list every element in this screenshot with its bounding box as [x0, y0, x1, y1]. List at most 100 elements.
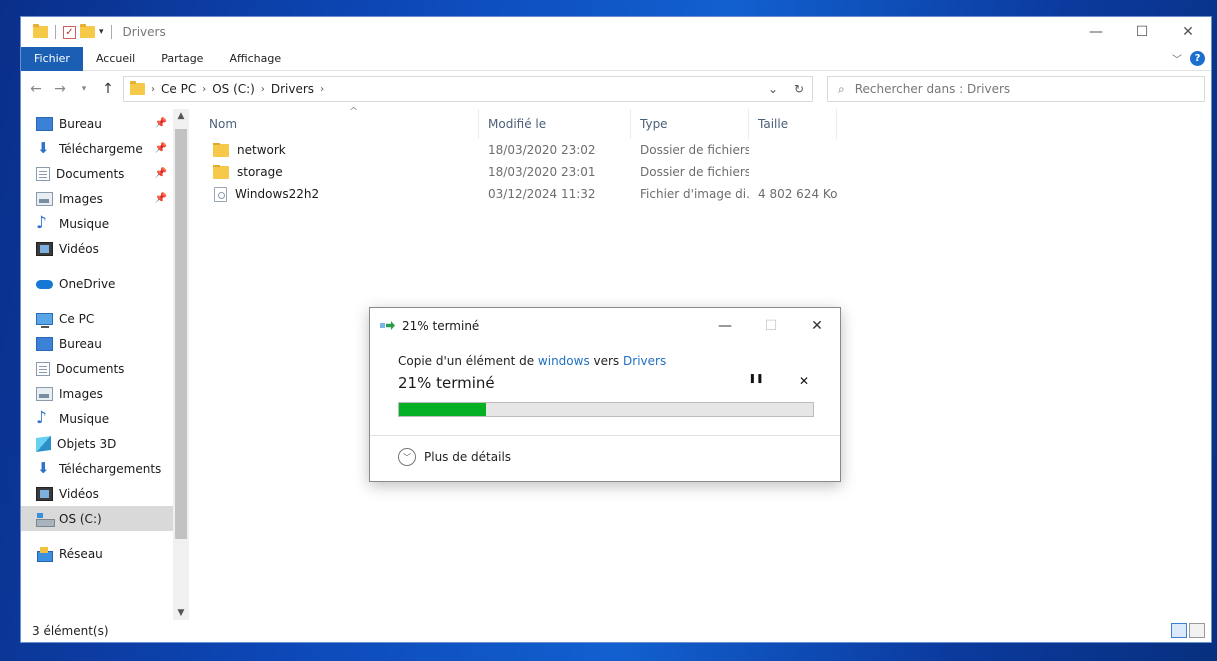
chevron-right-icon[interactable]: ›	[151, 84, 155, 95]
more-details-button[interactable]: ﹀ Plus de détails	[398, 448, 511, 466]
navigation-bar: ← → ▾ ↑ › Ce PC › OS (C:) › Drivers › ⌄ …	[21, 71, 1211, 107]
sidebar-item-onedrive[interactable]: OneDrive	[21, 271, 189, 296]
sidebar-item-images-quick[interactable]: Images 📌	[21, 186, 189, 211]
item-count: 3 élément(s)	[32, 624, 109, 638]
window-title: Drivers	[122, 25, 166, 39]
sidebar-item-telechargements-pc[interactable]: Téléchargements	[21, 456, 189, 481]
scroll-down-icon[interactable]: ▼	[173, 608, 189, 618]
column-header-name[interactable]: ^ Nom	[189, 105, 479, 139]
file-type: Fichier d'image di...	[640, 187, 749, 201]
sidebar-item-label: Documents	[56, 361, 125, 376]
title-bar: ✓ ▾ Drivers — ☐ ✕	[21, 17, 1211, 47]
tab-affichage[interactable]: Affichage	[216, 47, 294, 71]
table-row[interactable]: Windows22h2 03/12/2024 11:32 Fichier d'i…	[189, 183, 1211, 205]
sidebar-item-bureau[interactable]: Bureau 📌	[21, 111, 189, 136]
dialog-close-button[interactable]: ✕	[794, 308, 840, 344]
sidebar-item-musique-quick[interactable]: Musique	[21, 211, 189, 236]
chevron-down-icon[interactable]: ⌄	[760, 82, 786, 96]
sidebar-item-label: Musique	[59, 216, 110, 231]
table-row[interactable]: network 18/03/2020 23:02 Dossier de fich…	[189, 139, 1211, 161]
chevron-right-icon[interactable]: ›	[261, 84, 265, 95]
sidebar-item-label: Objets 3D	[57, 436, 117, 451]
forward-icon[interactable]: →	[51, 81, 69, 97]
minimize-button[interactable]: —	[1073, 17, 1119, 47]
pause-button[interactable]: ❚❚	[746, 374, 766, 384]
sidebar-item-reseau[interactable]: Réseau	[21, 541, 189, 566]
sidebar-item-label: Ce PC	[59, 311, 95, 326]
sidebar-item-bureau-pc[interactable]: Bureau	[21, 331, 189, 356]
table-row[interactable]: storage 18/03/2020 23:01 Dossier de fich…	[189, 161, 1211, 183]
dialog-minimize-button[interactable]: —	[702, 308, 748, 344]
refresh-icon[interactable]: ↻	[786, 82, 812, 96]
sidebar-item-os-c[interactable]: OS (C:)	[21, 506, 189, 531]
destination-link[interactable]: Drivers	[623, 354, 666, 368]
tab-partage[interactable]: Partage	[148, 47, 216, 71]
help-icon[interactable]: ?	[1190, 51, 1205, 66]
column-header-modified[interactable]: Modifié le	[479, 109, 631, 139]
source-link[interactable]: windows	[538, 354, 590, 368]
sidebar-item-label: Bureau	[59, 336, 102, 351]
breadcrumb-os-c[interactable]: OS (C:)	[212, 82, 255, 96]
navigation-scrollbar[interactable]: ▲ ▼	[173, 109, 189, 620]
documents-icon	[36, 166, 50, 181]
file-modified: 18/03/2020 23:02	[488, 143, 596, 157]
large-icons-view-icon[interactable]	[1189, 623, 1205, 638]
sidebar-item-documents-pc[interactable]: Documents	[21, 356, 189, 381]
copy-icon	[380, 321, 396, 331]
cancel-copy-button[interactable]: ✕	[794, 374, 814, 388]
search-input[interactable]: ⌕ Rechercher dans : Drivers	[827, 76, 1205, 102]
breadcrumb-this-pc[interactable]: Ce PC	[161, 82, 196, 96]
dialog-controls: — ☐ ✕	[702, 308, 840, 344]
sidebar-item-label: Bureau	[59, 116, 102, 131]
tab-accueil[interactable]: Accueil	[83, 47, 148, 71]
chevron-right-icon[interactable]: ›	[320, 84, 324, 95]
maximize-button[interactable]: ☐	[1119, 17, 1165, 47]
sidebar-item-images-pc[interactable]: Images	[21, 381, 189, 406]
recent-locations-icon[interactable]: ▾	[75, 84, 93, 94]
sidebar-item-label: Musique	[59, 411, 110, 426]
up-icon[interactable]: ↑	[99, 81, 117, 97]
properties-icon[interactable]: ✓	[63, 25, 76, 39]
tab-fichier[interactable]: Fichier	[21, 46, 83, 71]
file-type: Dossier de fichiers	[640, 165, 749, 179]
sidebar-item-telechargements-quick[interactable]: Téléchargeme 📌	[21, 136, 189, 161]
scroll-up-icon[interactable]: ▲	[173, 111, 189, 121]
breadcrumb-drivers[interactable]: Drivers	[271, 82, 314, 96]
separator	[55, 25, 56, 39]
column-header-type[interactable]: Type	[631, 109, 749, 139]
dialog-title: 21% terminé	[402, 319, 480, 333]
file-modified: 18/03/2020 23:01	[488, 165, 596, 179]
drive-icon	[36, 512, 55, 527]
sidebar-item-videos-pc[interactable]: Vidéos	[21, 481, 189, 506]
sidebar-item-objets-3d[interactable]: Objets 3D	[21, 431, 189, 456]
sidebar-item-this-pc[interactable]: Ce PC	[21, 306, 189, 331]
new-folder-icon[interactable]	[80, 24, 95, 38]
details-view-icon[interactable]	[1171, 623, 1187, 638]
disk-image-file-icon	[214, 186, 227, 202]
chevron-down-icon: ﹀	[398, 448, 416, 466]
folder-icon	[130, 81, 145, 95]
column-label: Modifié le	[488, 117, 547, 131]
download-icon	[36, 459, 53, 477]
close-button[interactable]: ✕	[1165, 17, 1211, 47]
pin-icon: 📌	[154, 193, 167, 204]
scrollbar-thumb[interactable]	[175, 129, 187, 539]
chevron-right-icon[interactable]: ›	[202, 84, 206, 95]
file-name-cell: Windows22h2	[189, 186, 479, 202]
sidebar-item-musique-pc[interactable]: Musique	[21, 406, 189, 431]
ribbon-tabs: Fichier Accueil Partage Affichage ﹀ ?	[21, 46, 1211, 71]
sidebar-item-videos-quick[interactable]: Vidéos	[21, 236, 189, 261]
window-controls: — ☐ ✕	[1073, 17, 1211, 47]
sidebar-item-documents-quick[interactable]: Documents 📌	[21, 161, 189, 186]
cloud-icon	[36, 277, 53, 291]
progress-fill	[399, 403, 486, 416]
address-bar[interactable]: › Ce PC › OS (C:) › Drivers › ⌄ ↻	[123, 76, 813, 102]
sidebar-item-label: OS (C:)	[59, 511, 102, 526]
column-header-size[interactable]: Taille	[749, 109, 837, 139]
file-modified: 03/12/2024 11:32	[488, 187, 596, 201]
search-icon: ⌕	[838, 81, 845, 96]
back-icon[interactable]: ←	[27, 81, 45, 97]
pin-icon: 📌	[154, 168, 167, 179]
expand-ribbon-icon[interactable]: ﹀	[1172, 51, 1182, 66]
customize-toolbar-icon[interactable]: ▾	[99, 27, 104, 37]
